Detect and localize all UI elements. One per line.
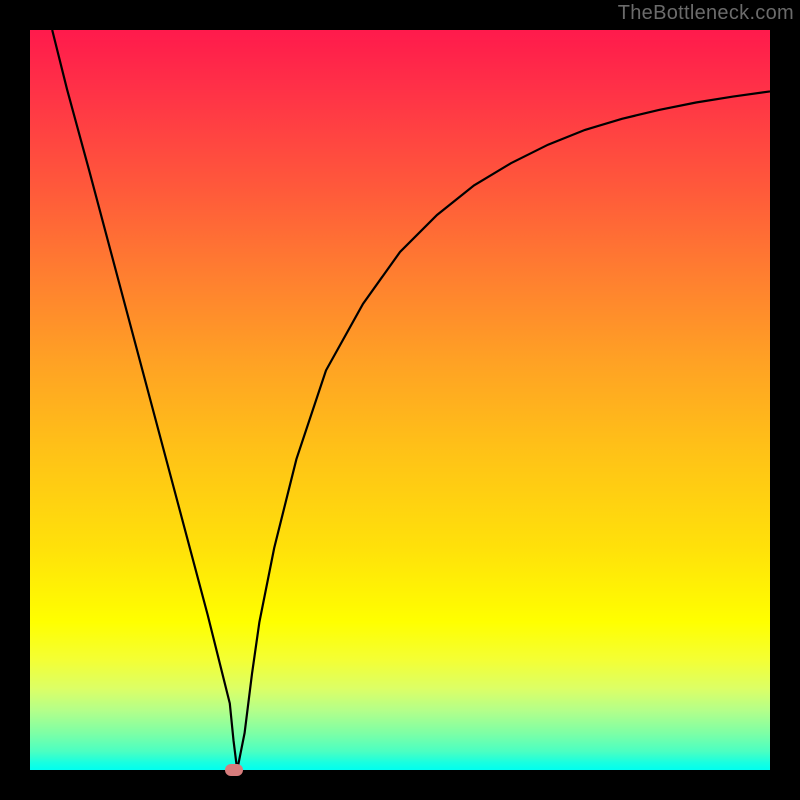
bottleneck-curve <box>52 30 770 770</box>
watermark-label: TheBottleneck.com <box>618 2 794 25</box>
plot-area <box>30 30 770 770</box>
chart-container: TheBottleneck.com <box>0 0 800 800</box>
curve-svg <box>30 30 770 770</box>
optimal-point-marker <box>225 764 243 776</box>
